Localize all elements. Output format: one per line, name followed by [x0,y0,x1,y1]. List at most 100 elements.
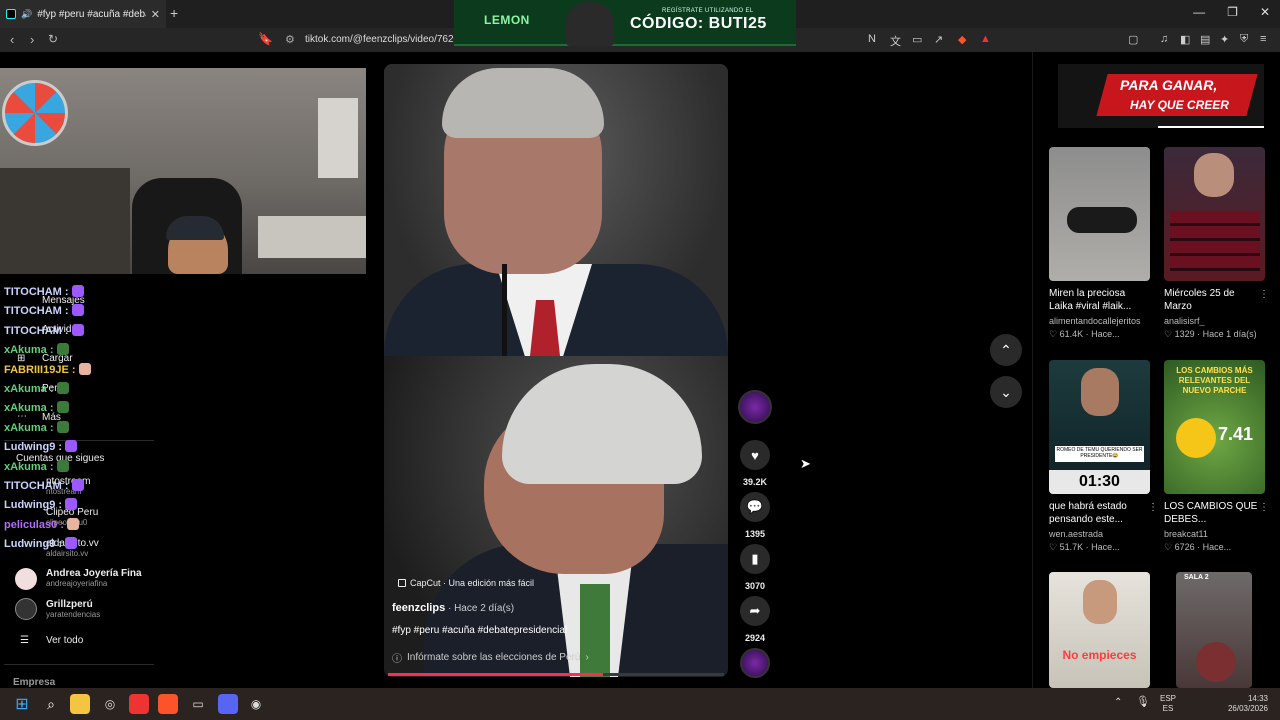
comment-button[interactable]: 💬 [740,492,770,522]
clock[interactable]: 14:33 26/03/2026 [1226,694,1268,714]
capcut-text: CapCut · Una edición más fácil [410,578,535,588]
language-indicator[interactable]: ESP ES [1160,694,1176,714]
sidebar-toggle-icon[interactable]: ▢ [1128,33,1138,46]
close-tab-icon[interactable]: ✕ [151,8,160,21]
chat-username[interactable]: Ludwing9 : [4,499,62,511]
right-ad-banner[interactable]: PARA GANAR, HAY QUE CREER [1058,64,1264,128]
discord-icon[interactable] [218,694,238,714]
wallet-icon[interactable]: ▤ [1200,33,1210,46]
card-time: Hace... [1091,329,1120,339]
card-time: Hace... [1091,542,1120,552]
brave-shield-icon[interactable]: ◆ [958,33,966,46]
sidebar-divider [4,664,154,665]
file-explorer-icon[interactable] [70,694,90,714]
chat-username[interactable]: xAkuma : [4,383,54,395]
avatar[interactable] [15,598,37,620]
chat-emote-icon [56,401,69,414]
leo-icon[interactable]: ✦ [1220,33,1229,46]
card-meta: ♡ 6726 · Hace... [1164,542,1232,552]
windows-start-icon[interactable]: ⊞ [12,694,32,714]
save-button[interactable]: ▮ [740,544,770,574]
chat-username[interactable]: xAkuma : [4,344,54,356]
minimize-button[interactable]: — [1193,5,1205,19]
chat-username[interactable]: TITOCHAM : [4,480,69,492]
more-options-icon[interactable]: ⋮ [1148,502,1158,513]
chat-username[interactable]: peliculas0 : [4,519,64,531]
ver-todo-link[interactable]: Ver todo [46,635,83,646]
next-video-button[interactable]: ⌄ [990,376,1022,408]
menu-icon[interactable]: ≡ [1260,33,1266,45]
shelf-image [0,168,130,274]
vpn-icon[interactable]: ⛨ [1240,33,1248,46]
panel-icon[interactable]: ◧ [1180,33,1190,46]
election-info-link[interactable]: ⓘ Infórmate sobre las elecciones de Perú… [392,650,589,665]
chat-emote-icon [66,517,79,530]
video-card[interactable]: No empieces [1049,572,1150,688]
sidebar-account[interactable]: Andrea Joyería Fina andreajoyeriafina [46,568,142,588]
video-player[interactable]: CapCut · Una edición más fácil feenzclip… [384,64,728,677]
cast-icon[interactable]: ▭ [912,33,922,46]
previous-video-button[interactable]: ⌃ [990,334,1022,366]
translate-icon[interactable]: 文 [890,33,901,49]
search-icon[interactable]: ⌕ [41,694,61,714]
capcut-label[interactable]: CapCut · Una edición más fácil [398,578,534,588]
chat-username[interactable]: Ludwing9 : [4,441,62,453]
video-author[interactable]: feenzclips · Hace 2 día(s) [392,602,514,614]
heart-icon: ♡ [1049,329,1058,339]
tiktok-favicon-icon [6,9,16,19]
video-card[interactable]: Miren la preciosa Laika #viral #laik... … [1049,147,1150,340]
creator-avatar[interactable] [738,390,772,424]
extension-icon[interactable]: N [868,33,876,45]
chat-username[interactable]: FABRIII19JE : [4,364,76,376]
tray-chevron-icon[interactable]: ⌃ [1114,698,1122,708]
reload-icon[interactable]: ↻ [48,32,58,46]
video-card[interactable]: ROMEO DE TEMU QUERIENDO SER PRESIDENTE😂 … [1049,360,1158,553]
close-window-button[interactable]: ✕ [1260,5,1270,19]
video-card[interactable]: LOS CAMBIOS MÁS RELEVANTES DEL NUEVO PAR… [1164,360,1269,553]
window-app-icon[interactable]: ▭ [188,694,208,714]
chat-username[interactable]: TITOCHAM : [4,325,69,337]
brave-browser-icon[interactable] [158,694,178,714]
card-likes: 6726 [1174,542,1195,552]
chat-username[interactable]: TITOCHAM : [4,305,69,317]
card-likes: 61.4K [1059,329,1084,339]
sidebar-account[interactable]: Grillzperú yaratendencias [46,599,100,619]
chat-username[interactable]: Ludwing9 : [4,538,62,550]
account-handle: yaratendencias [46,610,101,619]
empresa-link[interactable]: Empresa [13,677,55,688]
video-card[interactable]: Miércoles 25 de Marzo analisisrf_ ♡ 1329… [1164,147,1269,340]
clock-time: 14:33 [1247,694,1268,703]
avatar[interactable] [15,568,37,590]
bookmark-icon[interactable]: 🔖 [258,32,273,46]
more-options-icon[interactable]: ⋮ [1259,289,1269,300]
browser-tab[interactable]: 🔊 #fyp #peru #acuña #debatep ✕ [0,0,166,28]
site-settings-icon[interactable]: ⚙ [285,33,295,46]
chat-username[interactable]: xAkuma : [4,402,54,414]
obs-icon[interactable]: ◎ [100,694,120,714]
video-progress-bar[interactable] [388,673,724,676]
share-button[interactable]: ➦ [740,596,770,626]
speaker-icon[interactable]: 🔊 [21,9,32,20]
more-options-icon[interactable]: ⋮ [1259,502,1269,513]
video-card[interactable]: SALA 2 [1176,572,1252,688]
chat-username[interactable]: TITOCHAM : [4,286,69,298]
app-icon[interactable]: ◉ [246,694,266,714]
new-tab-button[interactable]: + [170,5,178,21]
url-field[interactable]: tiktok.com/@feenzclips/video/7620 [305,34,459,45]
forward-icon[interactable]: › [30,32,34,47]
video-thumbnail: LOS CAMBIOS MÁS RELEVANTES DEL NUEVO PAR… [1164,360,1265,494]
like-button[interactable]: ♥ [740,440,770,470]
lamp-image [318,98,358,178]
chat-emote-icon [78,362,91,375]
maximize-button[interactable]: ❐ [1227,5,1238,19]
chat-username[interactable]: xAkuma : [4,422,54,434]
music-disc-avatar[interactable] [740,648,770,678]
media-icon[interactable]: ♫ [1160,33,1168,45]
back-icon[interactable]: ‹ [10,32,14,47]
brave-rewards-icon[interactable]: ▲ [980,33,991,45]
microphone-icon[interactable]: 🎙 [1136,697,1150,708]
video-hashtags[interactable]: #fyp #peru #acuña #debatepresidencial [392,625,567,636]
app-icon[interactable] [129,694,149,714]
share-icon[interactable]: ↗ [934,33,943,46]
chat-username[interactable]: xAkuma : [4,461,54,473]
